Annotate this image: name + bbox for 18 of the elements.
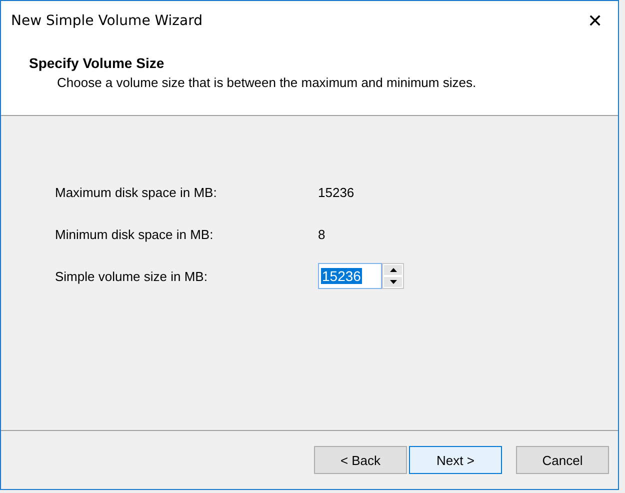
wizard-button[interactable]: < Back [314, 446, 407, 474]
close-button[interactable]: ✕ [572, 1, 618, 41]
down-arrow-icon [390, 280, 396, 284]
page-title: Specify Volume Size [29, 55, 166, 71]
field-value: 15236 [318, 184, 354, 200]
field-label: Maximum disk space in MB: [55, 184, 218, 200]
field-label: Minimum disk space in MB: [55, 226, 214, 242]
wizard-button[interactable]: Next > [409, 446, 502, 474]
size-input-field[interactable]: 15236 [318, 263, 382, 289]
spin-up-button[interactable] [383, 264, 403, 276]
up-arrow-icon [390, 268, 396, 272]
page-subtitle: Choose a volume size that is between the maximum and minimum sizes. [56, 75, 478, 90]
wizard-button[interactable]: Cancel [516, 446, 609, 474]
input-value: 15236 [321, 268, 362, 284]
spin-down-button[interactable] [383, 276, 403, 288]
field-label: Simple volume size in MB: [55, 268, 208, 284]
window-title: New Simple Volume Wizard [11, 13, 203, 29]
field-value: 8 [318, 226, 326, 242]
